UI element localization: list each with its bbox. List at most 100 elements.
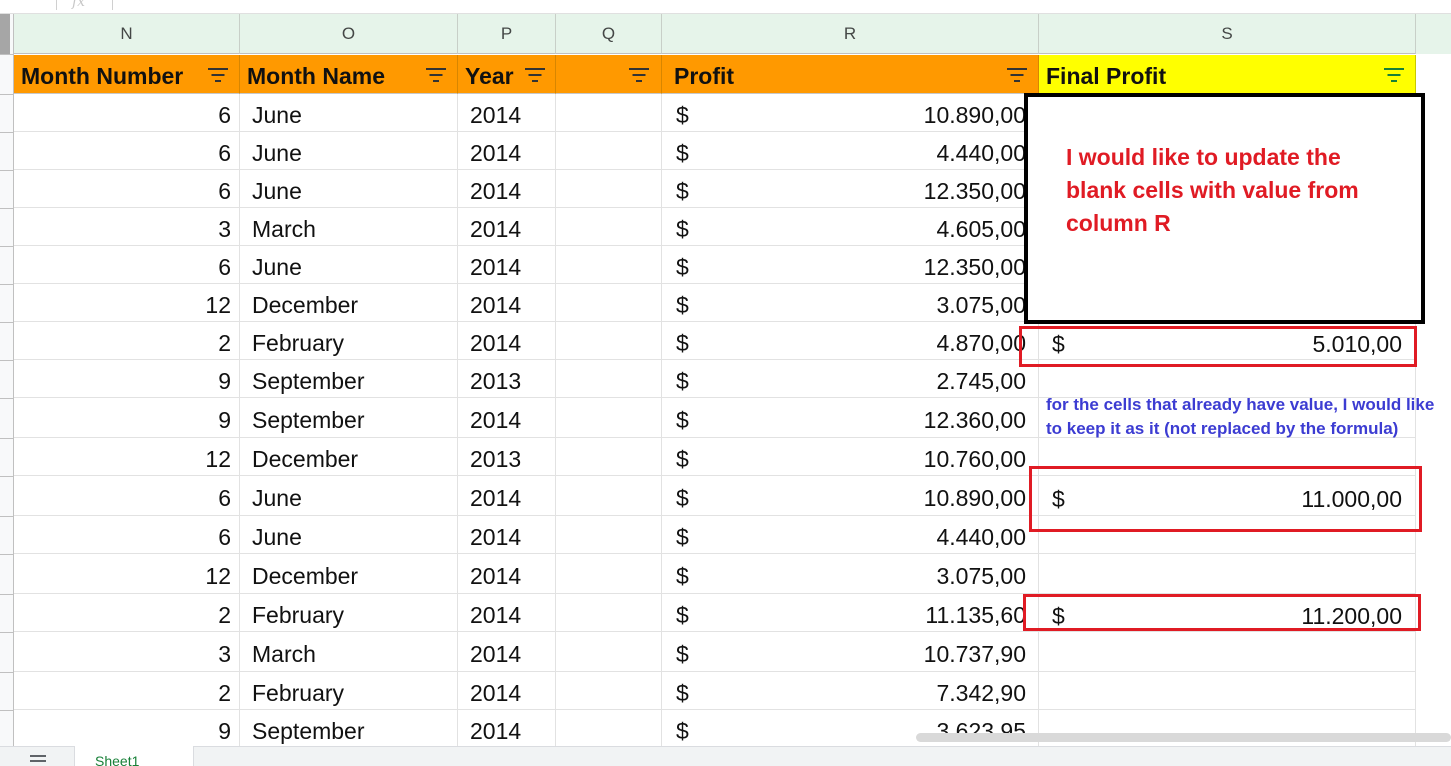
cell-year[interactable]: 2014	[458, 398, 556, 438]
cell-q[interactable]	[556, 246, 662, 284]
cell-profit[interactable]: $10.760,00	[662, 438, 1039, 476]
cell-year[interactable]: 2014	[458, 672, 556, 710]
filter-icon[interactable]	[1383, 67, 1405, 83]
column-header-q[interactable]: Q	[556, 14, 662, 54]
cell-q[interactable]	[556, 438, 662, 476]
cell-year[interactable]: 2014	[458, 554, 556, 594]
cell-q[interactable]	[556, 284, 662, 322]
cell-month-name[interactable]: March	[240, 632, 458, 672]
cell-month-name[interactable]: March	[240, 208, 458, 246]
column-header-r[interactable]: R	[662, 14, 1039, 54]
cell-year[interactable]: 2014	[458, 476, 556, 516]
cell-month-number[interactable]: 6	[14, 170, 240, 208]
cell-month-name[interactable]: December	[240, 284, 458, 322]
column-header-n[interactable]: N	[14, 14, 240, 54]
cell-q[interactable]	[556, 594, 662, 632]
cell-month-number[interactable]: 12	[14, 554, 240, 594]
cell-year[interactable]: 2014	[458, 170, 556, 208]
cell-year[interactable]: 2013	[458, 360, 556, 398]
cell-year[interactable]: 2013	[458, 438, 556, 476]
cell-year[interactable]: 2014	[458, 246, 556, 284]
cell-final-profit[interactable]	[1039, 554, 1416, 594]
cell-year[interactable]: 2014	[458, 594, 556, 632]
column-header-p[interactable]: P	[458, 14, 556, 54]
cell-q[interactable]	[556, 360, 662, 398]
cell-month-name[interactable]: December	[240, 438, 458, 476]
cell-profit[interactable]: $11.135,60	[662, 594, 1039, 632]
cell-final-profit[interactable]	[1039, 672, 1416, 710]
cell-month-number[interactable]: 2	[14, 672, 240, 710]
cell-month-name[interactable]: February	[240, 672, 458, 710]
cell-profit[interactable]: $4.440,00	[662, 132, 1039, 170]
cell-q[interactable]	[556, 170, 662, 208]
cell-q[interactable]	[556, 672, 662, 710]
cell-month-name[interactable]: February	[240, 594, 458, 632]
column-header-s[interactable]: S	[1039, 14, 1416, 54]
cell-month-number[interactable]: 2	[14, 594, 240, 632]
cell-profit[interactable]: $2.745,00	[662, 360, 1039, 398]
cell-q[interactable]	[556, 710, 662, 748]
cell-profit[interactable]: $12.350,00	[662, 170, 1039, 208]
cell-profit[interactable]: $12.360,00	[662, 398, 1039, 438]
filter-icon[interactable]	[524, 67, 546, 83]
cell-final-profit[interactable]	[1039, 632, 1416, 672]
cell-month-number[interactable]: 9	[14, 398, 240, 438]
cell-month-number[interactable]: 9	[14, 360, 240, 398]
cell-month-number[interactable]: 12	[14, 438, 240, 476]
column-header-o[interactable]: O	[240, 14, 458, 54]
cell-month-name[interactable]: June	[240, 132, 458, 170]
select-all-corner[interactable]	[0, 14, 10, 54]
cell-month-name[interactable]: February	[240, 322, 458, 360]
cell-final-profit[interactable]	[1039, 710, 1416, 748]
cell-month-number[interactable]: 3	[14, 208, 240, 246]
cell-q[interactable]	[556, 632, 662, 672]
cell-month-name[interactable]: June	[240, 516, 458, 554]
cell-month-number[interactable]: 12	[14, 284, 240, 322]
cell-year[interactable]: 2014	[458, 208, 556, 246]
header-final-profit[interactable]: Final Profit	[1039, 55, 1416, 94]
cell-month-name[interactable]: December	[240, 554, 458, 594]
cell-q[interactable]	[556, 322, 662, 360]
cell-month-number[interactable]: 2	[14, 322, 240, 360]
cell-q[interactable]	[556, 208, 662, 246]
cell-profit[interactable]: $4.440,00	[662, 516, 1039, 554]
all-sheets-menu-icon[interactable]	[30, 755, 46, 766]
cell-year[interactable]: 2014	[458, 710, 556, 748]
cell-month-name[interactable]: June	[240, 170, 458, 208]
cell-month-name[interactable]: June	[240, 476, 458, 516]
cell-month-name[interactable]: September	[240, 360, 458, 398]
filter-icon[interactable]	[1006, 67, 1028, 83]
cell-q[interactable]	[556, 94, 662, 132]
cell-q[interactable]	[556, 554, 662, 594]
header-month-number[interactable]: Month Number	[14, 55, 240, 94]
cell-profit[interactable]: $12.350,00	[662, 246, 1039, 284]
sheet-tab[interactable]: Sheet1	[74, 746, 194, 766]
filter-icon[interactable]	[425, 67, 447, 83]
cell-q[interactable]	[556, 132, 662, 170]
cell-profit[interactable]: $10.737,90	[662, 632, 1039, 672]
cell-year[interactable]: 2014	[458, 322, 556, 360]
header-year[interactable]: Year	[458, 55, 556, 94]
cell-profit[interactable]: $7.342,90	[662, 672, 1039, 710]
cell-q[interactable]	[556, 476, 662, 516]
cell-q[interactable]	[556, 398, 662, 438]
cell-q[interactable]	[556, 516, 662, 554]
cell-month-name[interactable]: September	[240, 710, 458, 748]
filter-icon[interactable]	[207, 67, 229, 83]
cell-year[interactable]: 2014	[458, 132, 556, 170]
header-month-name[interactable]: Month Name	[240, 55, 458, 94]
header-q[interactable]	[556, 55, 662, 94]
cell-month-number[interactable]: 6	[14, 132, 240, 170]
cell-month-number[interactable]: 6	[14, 246, 240, 284]
cell-profit[interactable]: $10.890,00	[662, 476, 1039, 516]
cell-year[interactable]: 2014	[458, 284, 556, 322]
cell-month-name[interactable]: June	[240, 94, 458, 132]
cell-year[interactable]: 2014	[458, 516, 556, 554]
cell-profit[interactable]: $4.605,00	[662, 208, 1039, 246]
column-header-t[interactable]	[1416, 14, 1451, 54]
cell-profit[interactable]: $3.075,00	[662, 284, 1039, 322]
cell-month-number[interactable]: 9	[14, 710, 240, 748]
cell-year[interactable]: 2014	[458, 94, 556, 132]
filter-icon[interactable]	[628, 67, 650, 83]
header-profit[interactable]: Profit	[662, 55, 1039, 94]
